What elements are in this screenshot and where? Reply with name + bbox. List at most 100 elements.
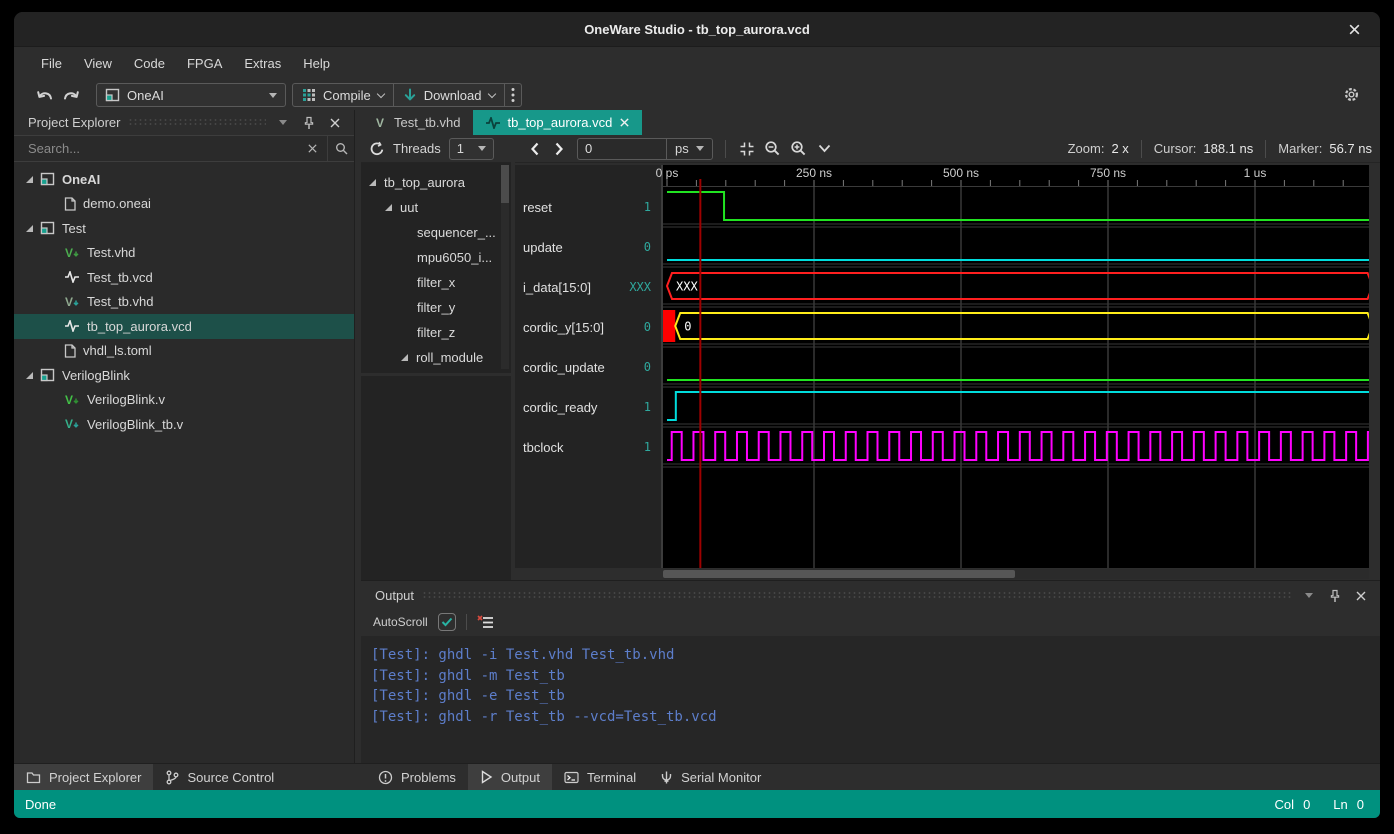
bottom-tab-terminal[interactable]: Terminal xyxy=(552,764,648,790)
tree-item-VerilogBlink.v[interactable]: VVerilogBlink.v xyxy=(14,388,354,413)
tab-Test_tb.vhd[interactable]: VTest_tb.vhd xyxy=(363,110,473,135)
tree-item-tb_top_aurora.vcd[interactable]: tb_top_aurora.vcd xyxy=(14,314,354,339)
signal-row-update[interactable]: update 0 xyxy=(515,227,661,267)
waveform-hscrollbar[interactable] xyxy=(663,569,1369,579)
dropdown-arrow-icon xyxy=(269,93,277,98)
tree-item-Test[interactable]: Test xyxy=(14,216,354,241)
signal-row-cordic_update[interactable]: cordic_update 0 xyxy=(515,347,661,387)
clear-search-button[interactable] xyxy=(303,140,321,158)
profile-selector[interactable]: OneAI xyxy=(96,83,286,107)
scope-scrollbar[interactable] xyxy=(501,165,509,369)
clear-console-button[interactable] xyxy=(477,615,494,630)
scope-item-roll_module[interactable]: roll_module xyxy=(361,345,511,370)
expander-icon[interactable] xyxy=(401,354,408,361)
signal-row-i_data[15:0][interactable]: i_data[15:0] XXX xyxy=(515,267,661,307)
signal-row-reset[interactable]: reset 1 xyxy=(515,187,661,227)
wave-options-button[interactable] xyxy=(812,138,838,160)
col-label: Col xyxy=(1275,797,1295,812)
expander-icon[interactable] xyxy=(369,179,376,186)
svg-text:250 ns: 250 ns xyxy=(796,166,832,180)
signal-row-cordic_ready[interactable]: cordic_ready 1 xyxy=(515,387,661,427)
signal-row-tbclock[interactable]: tbclock 1 xyxy=(515,427,661,467)
search-icon xyxy=(335,142,348,155)
scope-item-tb_top_aurora[interactable]: tb_top_aurora xyxy=(361,170,511,195)
clear-console-icon xyxy=(477,615,494,630)
zoom-in-button[interactable] xyxy=(786,138,812,160)
svg-text:V: V xyxy=(65,417,73,431)
waveform-canvas[interactable]: 0 ps250 ns500 ns750 ns1 usXXX0 xyxy=(643,165,1369,568)
tab-tb_top_aurora.vcd[interactable]: tb_top_aurora.vcd xyxy=(473,110,643,135)
marker-label: Marker: xyxy=(1278,141,1322,156)
menu-extras[interactable]: Extras xyxy=(233,52,292,75)
undo-button[interactable] xyxy=(32,84,58,106)
signal-row-cordic_y[15:0][interactable]: cordic_y[15:0] 0 xyxy=(515,307,661,347)
tree-item-VerilogBlink_tb.v[interactable]: VVerilogBlink_tb.v xyxy=(14,412,354,437)
tree-item-Test_tb.vcd[interactable]: Test_tb.vcd xyxy=(14,265,354,290)
search-button[interactable] xyxy=(328,140,354,158)
menu-help[interactable]: Help xyxy=(292,52,341,75)
more-actions-button[interactable] xyxy=(505,84,521,106)
window-close-button[interactable] xyxy=(1334,12,1374,47)
scope-item-filter_x[interactable]: filter_x xyxy=(361,270,511,295)
close-icon xyxy=(329,117,341,129)
scope-item-mpu6050_i...[interactable]: mpu6050_i... xyxy=(361,245,511,270)
redo-button[interactable] xyxy=(58,84,84,106)
zoom-out-button[interactable] xyxy=(760,138,786,160)
expander-icon[interactable] xyxy=(385,204,392,211)
compile-button[interactable]: Compile xyxy=(293,84,393,106)
menu-view[interactable]: View xyxy=(73,52,123,75)
tree-item-Test.vhd[interactable]: VTest.vhd xyxy=(14,241,354,266)
reload-button[interactable] xyxy=(369,141,385,157)
build-button-group: Compile Download xyxy=(292,83,522,107)
scope-item-uut[interactable]: uut xyxy=(361,195,511,220)
bottom-tab-bar: Project Explorer Source Control Problems… xyxy=(14,763,1380,790)
compile-grid-icon xyxy=(302,88,316,102)
bottom-tab-project-explorer[interactable]: Project Explorer xyxy=(14,764,153,790)
tree-item-OneAI[interactable]: OneAI xyxy=(14,167,354,192)
zoom-fit-button[interactable] xyxy=(734,138,760,160)
close-panel-button[interactable] xyxy=(326,114,344,132)
bottom-tab-output[interactable]: Output xyxy=(468,764,552,790)
close-tab-icon[interactable] xyxy=(619,117,630,128)
autoscroll-checkbox[interactable] xyxy=(438,613,456,631)
bottom-tab-serial-monitor[interactable]: Serial Monitor xyxy=(648,764,773,790)
tree-item-Test_tb.vhd[interactable]: VTest_tb.vhd xyxy=(14,290,354,315)
bottom-tab-problems[interactable]: Problems xyxy=(366,764,468,790)
download-button[interactable]: Download xyxy=(394,84,504,106)
bottom-tab-source-control[interactable]: Source Control xyxy=(153,764,286,790)
menu-fpga[interactable]: FPGA xyxy=(176,52,233,75)
pin-panel-button[interactable] xyxy=(300,114,318,132)
pin-panel-button[interactable] xyxy=(1326,587,1344,605)
time-input[interactable] xyxy=(578,141,666,156)
chevron-down-icon xyxy=(487,89,495,97)
panel-menu-button[interactable] xyxy=(274,114,292,132)
threads-selector[interactable]: 1 xyxy=(449,138,494,160)
output-header: Output xyxy=(361,583,1380,608)
header-grip[interactable] xyxy=(422,591,1292,600)
header-grip[interactable] xyxy=(128,118,266,127)
settings-button[interactable] xyxy=(1338,83,1364,105)
expander-icon[interactable] xyxy=(26,176,33,183)
chevron-right-icon xyxy=(554,142,564,156)
time-unit-selector[interactable]: ps xyxy=(666,139,712,159)
menu-file[interactable]: File xyxy=(30,52,73,75)
tree-item-demo.oneai[interactable]: demo.oneai xyxy=(14,192,354,217)
fit-screen-icon xyxy=(739,141,755,157)
tree-item-vhdl_ls.toml[interactable]: vhdl_ls.toml xyxy=(14,339,354,364)
cursor-label: Cursor: xyxy=(1154,141,1197,156)
scope-item-filter_z[interactable]: filter_z xyxy=(361,320,511,345)
expander-icon[interactable] xyxy=(26,372,33,379)
scrollbar-thumb[interactable] xyxy=(663,570,1015,578)
tree-item-VerilogBlink[interactable]: VerilogBlink xyxy=(14,363,354,388)
panel-menu-button[interactable] xyxy=(1300,587,1318,605)
prev-transition-button[interactable] xyxy=(523,138,547,160)
scope-item-filter_y[interactable]: filter_y xyxy=(361,295,511,320)
expander-icon[interactable] xyxy=(26,225,33,232)
console-output[interactable]: [Test]: ghdl -i Test.vhd Test_tb.vhd[Tes… xyxy=(361,636,1380,763)
close-panel-button[interactable] xyxy=(1352,587,1370,605)
project-icon xyxy=(40,221,55,235)
search-input[interactable] xyxy=(14,141,303,156)
next-transition-button[interactable] xyxy=(547,138,571,160)
scope-item-sequencer_...[interactable]: sequencer_... xyxy=(361,220,511,245)
menu-code[interactable]: Code xyxy=(123,52,176,75)
